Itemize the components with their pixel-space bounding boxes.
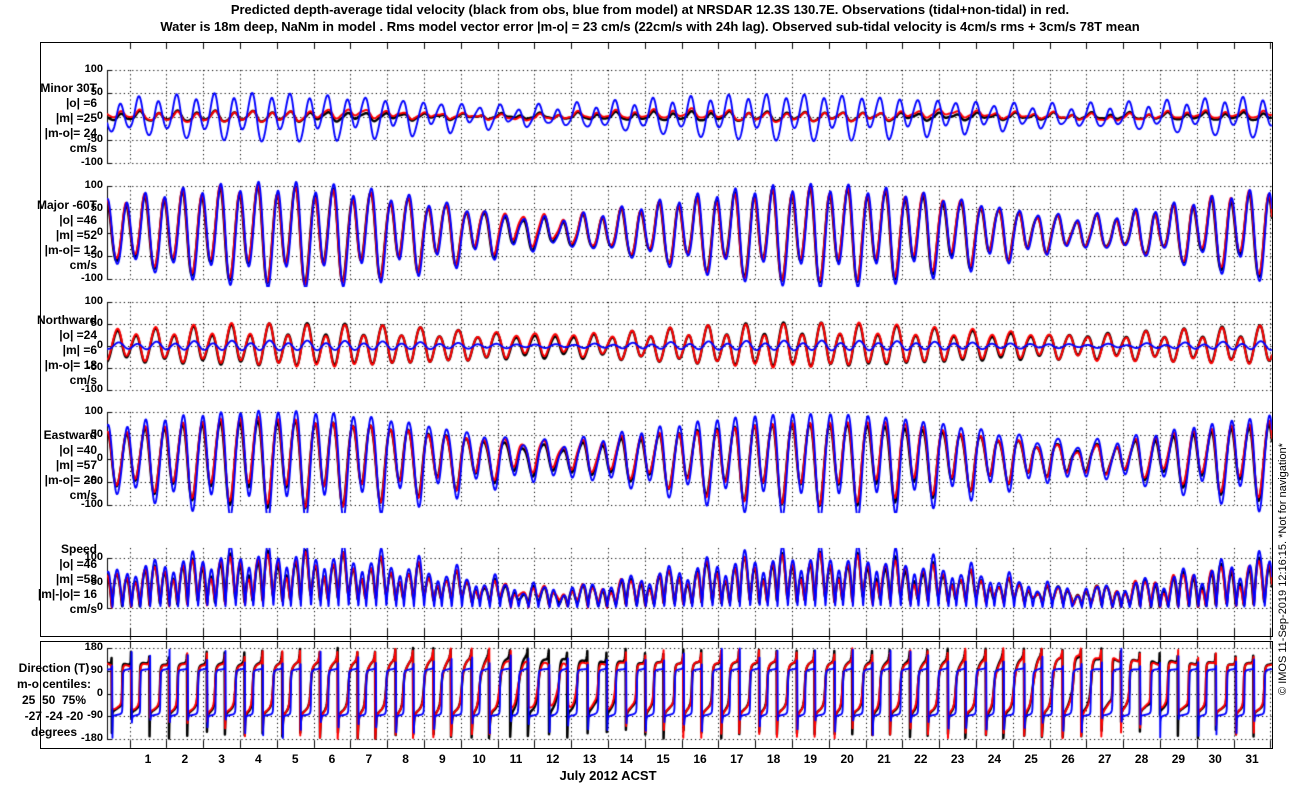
- y-tick-label-east: -50: [87, 474, 103, 487]
- y-tick-label-major: -100: [80, 272, 103, 284]
- tidal-velocity-figure: Predicted depth-average tidal velocity (…: [0, 0, 1300, 800]
- x-day-label: 25: [1024, 752, 1038, 766]
- y-tick-label-north: 50: [90, 317, 103, 329]
- y-tick-label-minor: 100: [84, 63, 103, 75]
- y-tick-label-north: 0: [96, 339, 103, 351]
- y-tick-label-dir: 90: [90, 663, 103, 676]
- x-day-label: 10: [472, 752, 486, 766]
- y-tick-label-north: 100: [84, 295, 103, 307]
- x-day-label: 7: [365, 752, 373, 766]
- y-tick-label-north: -50: [87, 361, 103, 373]
- x-day-label: 3: [218, 752, 225, 766]
- x-day-label: 17: [730, 752, 744, 766]
- imos-watermark: © IMOS 11-Sep-2019 12:16:15. *Not for na…: [1277, 443, 1289, 695]
- x-day-label: 20: [840, 752, 854, 766]
- y-tick-label-dir: 180: [84, 641, 103, 653]
- xaxis-title: July 2012 ACST: [559, 768, 657, 783]
- x-day-label: 9: [439, 752, 446, 766]
- x-day-label: 16: [693, 752, 707, 766]
- x-day-label: 18: [766, 752, 781, 766]
- y-tick-label-major: 0: [96, 225, 103, 238]
- y-tick-label-dir: -180: [80, 732, 103, 744]
- x-day-label: 1: [144, 752, 152, 766]
- panel-label-line: |m|-|o|= 16: [37, 587, 97, 601]
- x-day-label: 23: [950, 752, 965, 766]
- tidal-plot-canvas: [0, 0, 1300, 800]
- x-day-label: 29: [1171, 752, 1186, 766]
- x-day-label: 6: [328, 752, 336, 766]
- y-tick-label-minor: 50: [90, 86, 103, 99]
- y-tick-label-speed: 0: [96, 601, 103, 613]
- x-day-label: 2: [181, 752, 189, 766]
- y-tick-label-minor: -100: [80, 156, 103, 168]
- y-tick-label-major: 50: [90, 202, 103, 215]
- y-tick-label-major: -50: [87, 248, 103, 261]
- y-tick-label-dir: -90: [87, 709, 103, 722]
- x-day-label: 31: [1245, 752, 1259, 766]
- x-day-label: 21: [877, 752, 891, 766]
- x-day-label: 4: [255, 752, 262, 766]
- y-tick-label-east: 100: [84, 405, 103, 417]
- x-day-label: 22: [914, 752, 928, 766]
- x-day-label: 12: [546, 752, 560, 766]
- y-tick-label-east: -100: [80, 498, 103, 510]
- y-tick-label-major: 100: [84, 179, 103, 191]
- x-day-label: 15: [656, 752, 670, 766]
- x-day-label: 19: [803, 752, 818, 766]
- y-tick-label-minor: -50: [87, 132, 103, 145]
- x-day-label: 24: [987, 752, 1002, 766]
- x-day-label: 5: [291, 752, 299, 766]
- x-day-label: 13: [582, 752, 597, 766]
- y-tick-label-north: -100: [80, 383, 103, 395]
- x-day-label: 8: [402, 752, 409, 766]
- x-day-label: 11: [509, 752, 523, 766]
- x-day-label: 14: [619, 752, 634, 766]
- y-tick-label-speed: 50: [90, 576, 103, 588]
- y-tick-label-minor: 0: [96, 109, 103, 122]
- y-tick-label-east: 50: [90, 428, 103, 441]
- y-tick-label-east: 0: [96, 451, 103, 464]
- x-day-label: 26: [1061, 752, 1075, 766]
- x-day-label: 27: [1098, 752, 1112, 766]
- y-tick-label-speed: 100: [84, 551, 103, 563]
- x-day-label: 28: [1134, 752, 1149, 766]
- y-tick-label-dir: 0: [96, 686, 103, 699]
- x-day-label: 30: [1208, 752, 1222, 766]
